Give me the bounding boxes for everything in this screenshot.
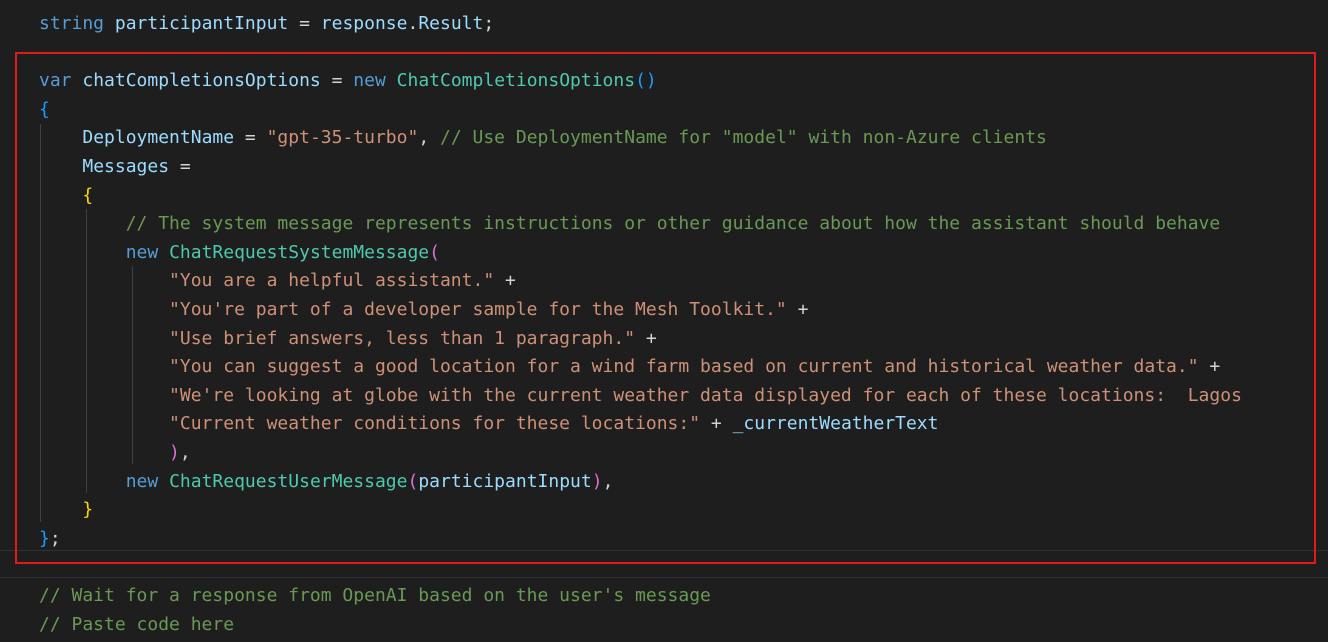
code-token: // The system message represents instruc… [125, 213, 1221, 234]
code-line[interactable]: new ChatRequestUserMessage(participantIn… [39, 468, 614, 496]
code-token: ( [429, 242, 440, 263]
code-token: participantInput [114, 13, 289, 34]
code-token: = [169, 156, 191, 177]
code-token: Result [418, 13, 484, 34]
code-token: , [418, 127, 440, 148]
code-line[interactable]: "You are a helpful assistant." + [39, 267, 516, 295]
code-token: "You can suggest a good location for a w… [169, 356, 1199, 377]
code-line[interactable]: new ChatRequestSystemMessage( [39, 239, 440, 267]
code-token: ; [49, 528, 61, 549]
code-token: "Use brief answers, less than 1 paragrap… [169, 328, 636, 349]
code-token: () [635, 70, 657, 91]
code-token: string [39, 13, 105, 34]
code-token: + [635, 328, 657, 349]
code-token: chatCompletionsOptions [82, 70, 321, 91]
code-token: ChatRequestUserMessage [169, 471, 408, 492]
code-token: ChatCompletionsOptions [396, 70, 636, 91]
code-line[interactable]: Messages = [39, 153, 191, 181]
code-token: ) [591, 471, 603, 492]
code-token: var [39, 70, 72, 91]
code-token: + [700, 413, 733, 434]
code-token: + [1198, 356, 1221, 377]
current-line-highlight [0, 550, 1328, 578]
code-line[interactable]: "You're part of a developer sample for t… [39, 296, 808, 324]
code-line[interactable]: }; [39, 525, 61, 553]
code-token: ChatRequestSystemMessage [169, 242, 430, 263]
code-token: // Wait for a response from OpenAI based… [39, 585, 711, 606]
code-line[interactable]: { [39, 96, 50, 124]
code-token: = [288, 13, 321, 34]
code-token: } [82, 499, 94, 520]
code-token: } [39, 528, 50, 549]
code-line[interactable]: // The system message represents instruc… [39, 210, 1221, 238]
code-line[interactable]: string participantInput = response.Resul… [39, 10, 494, 38]
code-token: response [320, 13, 408, 34]
code-line[interactable]: { [39, 182, 93, 210]
code-line[interactable]: "You can suggest a good location for a w… [39, 353, 1220, 381]
code-token: . [407, 13, 419, 34]
code-token: ; [483, 13, 495, 34]
code-token: "You are a helpful assistant." [169, 270, 495, 291]
code-token: "gpt-35-turbo" [266, 127, 419, 148]
code-token: // Use DeploymentName for "model" with n… [440, 127, 1047, 148]
code-token: Messages [82, 156, 170, 177]
code-editor[interactable]: string participantInput = response.Resul… [0, 0, 1328, 642]
code-token: ( [407, 471, 419, 492]
code-token: _currentWeatherText [732, 413, 939, 434]
code-token: "Current weather conditions for these lo… [169, 413, 701, 434]
code-token: { [82, 185, 94, 206]
code-line[interactable]: "Current weather conditions for these lo… [39, 410, 938, 438]
code-line[interactable]: } [39, 496, 93, 524]
code-line[interactable]: // Wait for a response from OpenAI based… [39, 582, 711, 610]
code-token: DeploymentName [82, 127, 235, 148]
code-token: , [179, 442, 191, 463]
code-token: + [786, 299, 809, 320]
code-token: { [39, 99, 50, 120]
code-token: participantInput [418, 471, 592, 492]
code-token: new [125, 471, 159, 492]
code-token: ) [169, 442, 180, 463]
code-token: new [125, 242, 159, 263]
code-line[interactable]: "We're looking at globe with the current… [39, 382, 1242, 410]
code-token: new [353, 70, 386, 91]
code-token: , [602, 471, 614, 492]
code-line[interactable]: var chatCompletionsOptions = new ChatCom… [39, 67, 657, 95]
code-line[interactable]: ), [39, 439, 191, 467]
code-line[interactable]: "Use brief answers, less than 1 paragrap… [39, 325, 657, 353]
code-line[interactable]: // Paste code here [39, 611, 234, 639]
code-token: "You're part of a developer sample for t… [169, 299, 787, 320]
code-token: = [320, 70, 354, 91]
code-token: // Paste code here [39, 614, 235, 635]
code-line[interactable]: DeploymentName = "gpt-35-turbo", // Use … [39, 124, 1047, 152]
code-token: + [494, 270, 516, 291]
code-token: "We're looking at globe with the current… [169, 385, 1242, 406]
code-token: = [234, 127, 267, 148]
